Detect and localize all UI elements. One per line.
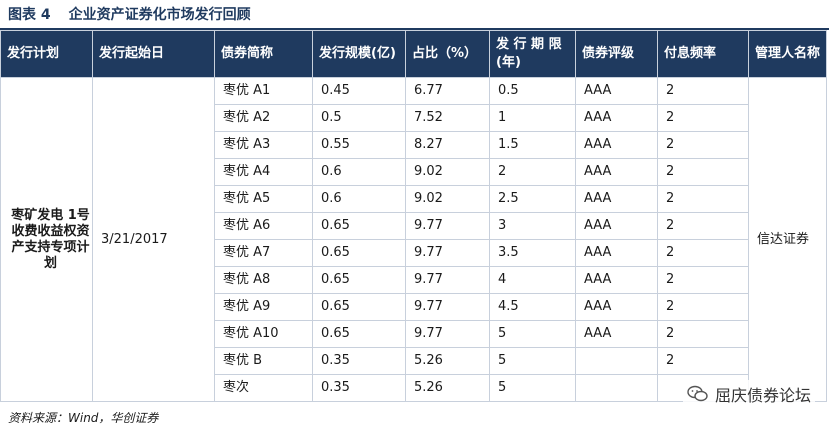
table-cell: 5.26: [405, 347, 490, 375]
table-cell: 0.5: [312, 104, 406, 132]
table-cell: 枣优 A6: [214, 212, 313, 240]
table-cell: 7.52: [405, 104, 490, 132]
wechat-icon: [687, 385, 708, 402]
table-cell: 枣优 A8: [214, 266, 313, 294]
table-cell: 2: [657, 158, 749, 186]
table-cell: 9.77: [405, 293, 490, 321]
header-cell: 发 行 期 限 (年): [489, 30, 576, 78]
table-cell: [575, 347, 658, 375]
table-cell: 枣优 A2: [214, 104, 313, 132]
table-cell: 3: [489, 212, 576, 240]
table-cell: 枣次: [214, 374, 313, 402]
header-row: 发行计划 发行起始日 债券简称 发行规模(亿) 占比（%） 发 行 期 限 (年…: [0, 30, 827, 78]
table-cell: 枣优 A7: [214, 239, 313, 267]
table-cell: 9.77: [405, 212, 490, 240]
table-cell: 9.77: [405, 320, 490, 348]
table-cell: 枣优 A10: [214, 320, 313, 348]
table-row: 枣矿发电 1号收费收益权资产支持专项计划 3/21/2017 枣优 A1 0.45 6.…: [0, 77, 827, 402]
table-cell: 0.65: [312, 266, 406, 294]
start-date-cell: 3/21/2017: [92, 77, 215, 402]
table-cell: 2: [657, 266, 749, 294]
figure-title-bar: 图表 4 企业资产证券化市场发行回顾: [0, 0, 829, 30]
table-cell: 9.77: [405, 266, 490, 294]
table-cell: 2: [657, 320, 749, 348]
table-cell: AAA: [575, 185, 658, 213]
plan-name-cell: 枣矿发电 1号收费收益权资产支持专项计划: [0, 77, 93, 402]
table-cell: 枣优 A9: [214, 293, 313, 321]
figure-title: 企业资产证券化市场发行回顾: [68, 7, 251, 23]
table-cell: 0.65: [312, 320, 406, 348]
header-cell: 发行起始日: [92, 30, 215, 78]
table-cell: AAA: [575, 293, 658, 321]
table-cell: 0.55: [312, 131, 406, 159]
table-cell: 8.27: [405, 131, 490, 159]
table-cell: 0.6: [312, 185, 406, 213]
table-cell: 枣优 A4: [214, 158, 313, 186]
table-cell: 2: [657, 347, 749, 375]
table-cell: 9.02: [405, 185, 490, 213]
watermark: 屈庆债券论坛: [682, 380, 815, 408]
table-cell: [575, 374, 658, 402]
table-cell: AAA: [575, 239, 658, 267]
table-cell: AAA: [575, 212, 658, 240]
table-cell: 0.65: [312, 293, 406, 321]
table-cell: AAA: [575, 158, 658, 186]
table-cell: 0.45: [312, 77, 406, 105]
table-cell: 5: [489, 347, 576, 375]
table-cell: 0.5: [489, 77, 576, 105]
table-cell: AAA: [575, 266, 658, 294]
table-cell: 4: [489, 266, 576, 294]
table-cell: 0.65: [312, 239, 406, 267]
table-cell: 9.02: [405, 158, 490, 186]
manager-cell: 信达证券: [748, 77, 827, 402]
table-cell: 2: [657, 293, 749, 321]
header-cell: 债券评级: [575, 30, 658, 78]
table-cell: 2: [489, 158, 576, 186]
table-cell: AAA: [575, 104, 658, 132]
table-cell: 2: [657, 239, 749, 267]
table-cell: 1.5: [489, 131, 576, 159]
source-note: 资料来源：Wind，华创证券: [8, 411, 159, 425]
header-cell: 管理人名称: [748, 30, 827, 78]
table-cell: 4.5: [489, 293, 576, 321]
table-cell: 枣优 A5: [214, 185, 313, 213]
table-cell: AAA: [575, 131, 658, 159]
watermark-text: 屈庆债券论坛: [714, 386, 811, 405]
table-cell: 2: [657, 104, 749, 132]
table-cell: 2: [657, 131, 749, 159]
table-cell: 0.6: [312, 158, 406, 186]
table-cell: 1: [489, 104, 576, 132]
header-cell: 发行计划: [0, 30, 93, 78]
table-cell: AAA: [575, 77, 658, 105]
header-cell: 发行规模(亿): [312, 30, 406, 78]
table-cell: 3.5: [489, 239, 576, 267]
figure-label: 图表 4: [8, 7, 51, 23]
table-cell: 0.35: [312, 347, 406, 375]
header-cell: 占比（%）: [405, 30, 490, 78]
table-cell: 2.5: [489, 185, 576, 213]
table-cell: 5.26: [405, 374, 490, 402]
table-cell: 0.65: [312, 212, 406, 240]
bond-issuance-table: 发行计划 发行起始日 债券简称 发行规模(亿) 占比（%） 发 行 期 限 (年…: [0, 30, 827, 402]
table-cell: 2: [657, 77, 749, 105]
table-cell: 5: [489, 320, 576, 348]
table-body: 枣矿发电 1号收费收益权资产支持专项计划 3/21/2017 枣优 A1 0.45 6.…: [0, 77, 827, 402]
table-cell: 枣优 B: [214, 347, 313, 375]
table-cell: 9.77: [405, 239, 490, 267]
table-cell: 2: [657, 185, 749, 213]
header-cell: 债券简称: [214, 30, 313, 78]
table-cell: AAA: [575, 320, 658, 348]
table-cell: 0.35: [312, 374, 406, 402]
table-cell: 枣优 A3: [214, 131, 313, 159]
table-cell: 6.77: [405, 77, 490, 105]
table-cell: 2: [657, 212, 749, 240]
header-cell: 付息频率: [657, 30, 749, 78]
table-cell: 枣优 A1: [214, 77, 313, 105]
table-cell: 5: [489, 374, 576, 402]
